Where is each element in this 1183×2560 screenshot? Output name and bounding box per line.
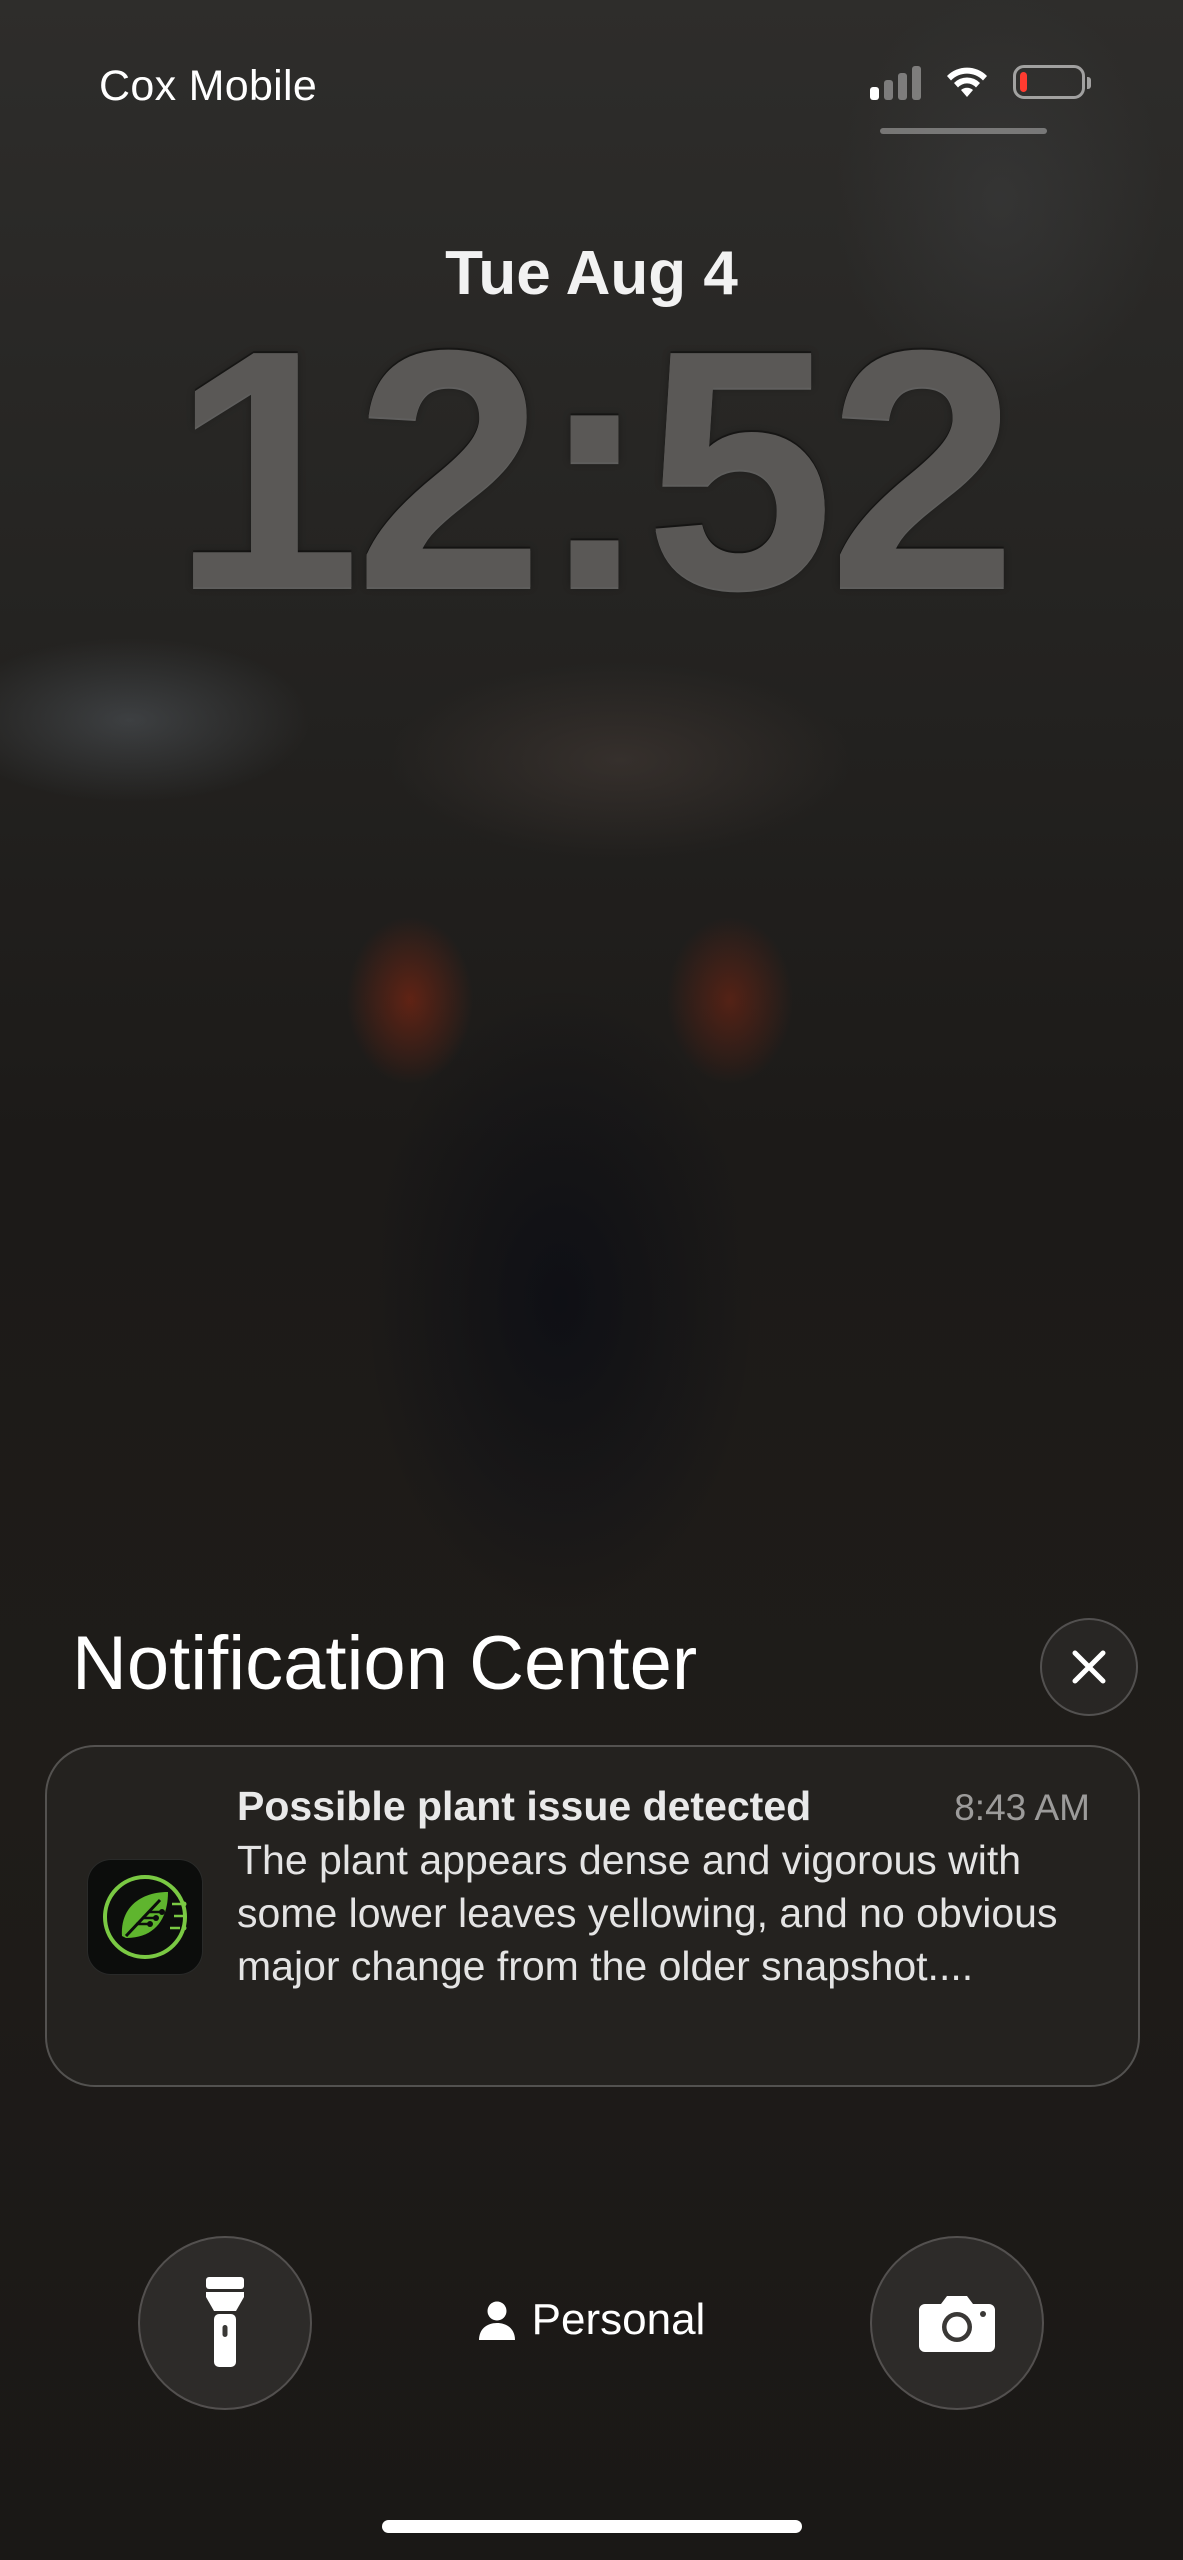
battery-icon (1013, 65, 1091, 99)
person-icon (478, 2301, 515, 2340)
notification-body: The plant appears dense and vigorous wit… (237, 1837, 1058, 1989)
control-center-grabber[interactable] (880, 128, 1047, 134)
status-icons (870, 64, 1091, 100)
focus-mode-label: Personal (531, 2295, 706, 2344)
battery-level-fill (1020, 72, 1027, 92)
camera-icon (919, 2296, 995, 2352)
home-indicator[interactable] (382, 2520, 802, 2533)
wifi-icon (947, 67, 987, 97)
lock-screen: Cox Mobile Tue Aug 4 12:52 Notification … (0, 0, 1183, 2560)
notification-center-title: Notification Center (72, 1621, 698, 1706)
camera-button[interactable] (870, 2236, 1044, 2410)
notification-center-close-button[interactable] (1040, 1618, 1138, 1716)
notification-card[interactable]: Possible plant issue detected 8:43 AM Th… (45, 1745, 1140, 2087)
notification-title: Possible plant issue detected (237, 1783, 812, 1829)
signal-icon (870, 64, 921, 100)
close-icon (1072, 1650, 1106, 1684)
plant-leaf-circuit-icon (87, 1859, 203, 1975)
notification-time: 8:43 AM (954, 1787, 1090, 1828)
lock-clock: 12:52 (171, 280, 1018, 660)
carrier-label: Cox Mobile (99, 62, 318, 110)
